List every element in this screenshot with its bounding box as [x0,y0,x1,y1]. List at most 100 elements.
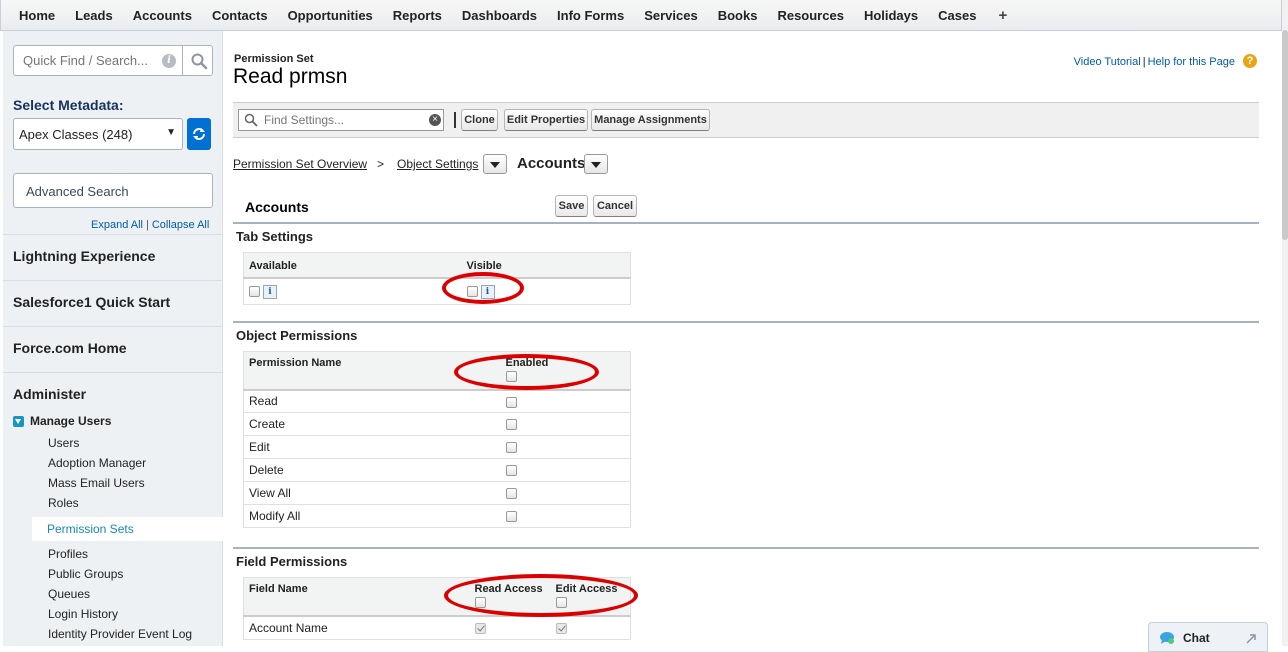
accounts-dropdown-icon[interactable] [584,154,608,174]
sidebar-section-force-com-home[interactable]: Force.com Home [3,326,222,370]
annotation-ellipse-field-access [444,574,638,617]
annotation-ellipse-visible [442,272,524,304]
info-icon[interactable]: i [162,54,176,68]
sidebar-item-identity-provider-event-log[interactable]: Identity Provider Event Log [48,627,192,641]
video-tutorial-link[interactable]: Video Tutorial [1074,56,1141,68]
available-checkbox[interactable] [249,286,260,298]
metadata-select-value: Apex Classes (248) [19,127,133,142]
tab-services[interactable]: Services [634,8,708,23]
page-scrollbar[interactable] [1282,0,1288,646]
search-icon [244,113,258,127]
tab-holidays[interactable]: Holidays [854,8,928,23]
section-divider [233,321,1259,323]
tab-home[interactable]: Home [9,8,65,23]
chat-widget[interactable]: Chat [1148,622,1268,652]
collapse-toggle-icon[interactable] [13,415,24,427]
permission-modify-all: Modify All [243,504,501,528]
sidebar-item-profiles[interactable]: Profiles [48,547,88,561]
metadata-select[interactable]: Apex Classes (248) ▼ [13,118,183,150]
object-settings-link[interactable]: Object Settings [397,157,478,171]
expand-all-link[interactable]: Expand All [91,219,143,231]
delete-checkbox[interactable] [505,465,517,477]
chat-label: Chat [1183,631,1210,645]
edit-checkbox[interactable] [505,442,517,454]
tab-leads[interactable]: Leads [65,8,123,23]
save-button[interactable]: Save [555,195,588,217]
col-field-name: Field Name [243,577,470,617]
create-checkbox[interactable] [505,419,517,431]
info-icon[interactable]: i [263,284,277,299]
permission-read: Read [243,389,501,413]
clone-button[interactable]: Clone [461,109,498,131]
read-checkbox[interactable] [505,396,517,408]
sidebar-item-manage-users[interactable]: Manage Users [13,414,111,428]
sidebar-section-administer[interactable]: Administer [3,372,222,416]
tab-books[interactable]: Books [708,8,768,23]
tab-reports[interactable]: Reports [383,8,452,23]
object-permissions-title: Object Permissions [236,328,358,343]
tab-resources[interactable]: Resources [767,8,853,23]
quick-find-box: i [13,45,213,76]
tab-settings-title: Tab Settings [236,229,314,244]
sidebar-section-lightning-experience[interactable]: Lightning Experience [3,234,222,278]
collapse-all-link[interactable]: Collapse All [152,219,209,231]
sidebar-item-mass-email-users[interactable]: Mass Email Users [48,476,145,490]
object-header: Accounts Save Cancel [233,190,1259,224]
manage-users-label: Manage Users [30,414,112,428]
breadcrumb-current: Accounts [517,155,586,172]
permission-edit: Edit [243,435,501,459]
help-page-link[interactable]: Help for this Page [1148,56,1235,68]
page-title: Read prmsn [233,65,348,88]
sidebar-section-salesforce1-quick-start[interactable]: Salesforce1 Quick Start [3,280,222,324]
available-cell: i [243,277,462,304]
chat-bubble-icon [1160,632,1174,644]
sidebar-item-users[interactable]: Users [48,436,79,450]
quick-find-input[interactable] [14,46,182,75]
page-type-label: Permission Set [234,53,314,65]
clear-icon[interactable]: × [429,114,441,126]
tab-accounts[interactable]: Accounts [123,8,202,23]
divider [182,46,183,75]
setup-sidebar: i Select Metadata: Apex Classes (248) ▼ … [3,31,224,646]
tab-info-forms[interactable]: Info Forms [547,8,634,23]
toolbar: × Clone Edit Properties Manage Assignmen… [233,102,1259,138]
find-settings-box: × [238,109,444,131]
expand-arrow-icon[interactable] [1245,633,1257,645]
advanced-search-input[interactable]: Advanced Search [13,173,213,208]
expand-collapse-links: Expand All | Collapse All [91,219,210,231]
cancel-button[interactable]: Cancel [593,195,637,217]
caret-down-icon: ▼ [166,127,176,138]
account-name-read-checkbox[interactable] [474,623,486,635]
tab-contacts[interactable]: Contacts [202,8,278,23]
tab-cases[interactable]: Cases [928,8,986,23]
scrollbar-thumb[interactable] [1282,30,1288,240]
all-tabs-plus-icon[interactable]: + [986,7,1019,24]
tab-opportunities[interactable]: Opportunities [278,8,383,23]
sidebar-item-permission-sets[interactable]: Permission Sets [32,517,224,541]
search-icon[interactable] [190,52,208,70]
modify-all-checkbox[interactable] [505,511,517,523]
find-settings-input[interactable] [262,110,422,130]
help-icon[interactable]: ? [1243,54,1257,68]
top-nav-bar: Home Leads Accounts Contacts Opportuniti… [0,0,1282,31]
permission-set-overview-link[interactable]: Permission Set Overview [233,157,367,171]
tab-dashboards[interactable]: Dashboards [452,8,547,23]
sidebar-item-queues[interactable]: Queues [48,587,90,601]
permission-create: Create [243,412,501,436]
toolbar-divider [454,112,456,128]
account-name-edit-checkbox[interactable] [555,623,567,635]
select-metadata-label: Select Metadata: [13,97,124,113]
sidebar-item-public-groups[interactable]: Public Groups [48,567,123,581]
view-all-checkbox[interactable] [505,488,517,500]
object-settings-dropdown-icon[interactable] [483,154,507,174]
edit-properties-button[interactable]: Edit Properties [504,109,588,131]
sidebar-item-login-history[interactable]: Login History [48,607,118,621]
manage-assignments-button[interactable]: Manage Assignments [591,109,710,131]
annotation-ellipse-enabled [454,354,599,390]
permission-view-all: View All [243,481,501,505]
col-available: Available [243,252,462,279]
refresh-button[interactable] [187,118,211,150]
sidebar-item-adoption-manager[interactable]: Adoption Manager [48,456,146,470]
field-permissions-title: Field Permissions [236,554,348,569]
sidebar-item-roles[interactable]: Roles [48,496,79,510]
